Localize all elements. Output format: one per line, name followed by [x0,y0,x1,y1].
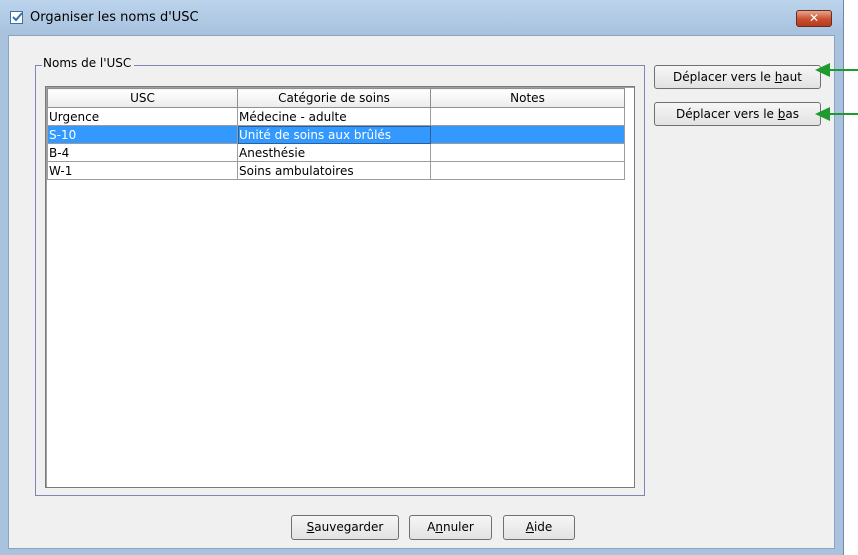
cell-usc[interactable]: Urgence [47,107,238,126]
cell-notes[interactable] [430,143,625,162]
cell-categorie[interactable]: Anesthésie [237,143,431,162]
arrow-left-icon [815,63,858,77]
dialog-content: Noms de l'USC USC Catégorie de soins Not… [8,35,835,549]
cell-categorie[interactable]: Unité de soins aux brûlés [237,125,431,144]
table-row[interactable]: W-1 Soins ambulatoires [47,161,625,180]
cancel-label: Annuler [427,520,474,534]
cell-categorie[interactable]: Médecine - adulte [237,107,431,126]
column-header-categorie[interactable]: Catégorie de soins [237,88,431,108]
cell-usc[interactable]: B-4 [47,143,238,162]
cell-notes[interactable] [430,107,625,126]
cell-usc[interactable]: W-1 [47,161,238,180]
help-label: Aide [525,520,553,534]
close-button[interactable]: ✕ [796,10,832,27]
column-header-usc[interactable]: USC [47,88,238,108]
window-title: Organiser les noms d'USC [30,10,199,25]
dialog-window: Organiser les noms d'USC ✕ Noms de l'USC… [0,0,844,555]
table-row[interactable]: Urgence Médecine - adulte [47,107,625,126]
arrow-left-icon [815,107,858,121]
cell-usc[interactable]: S-10 [47,125,238,144]
cell-categorie[interactable]: Soins ambulatoires [237,161,431,180]
usc-names-group: Noms de l'USC USC Catégorie de soins Not… [35,56,645,496]
checkbox-icon [10,11,23,24]
column-header-notes[interactable]: Notes [430,88,625,108]
group-label: Noms de l'USC [42,56,135,70]
usc-table-frame[interactable]: USC Catégorie de soins Notes Urgence Méd… [45,86,635,488]
close-icon: ✕ [808,11,820,25]
table-row-selected[interactable]: S-10 Unité de soins aux brûlés [47,125,625,144]
table-row[interactable]: B-4 Anesthésie [47,143,625,162]
help-button[interactable]: Aide [503,515,575,540]
move-up-button[interactable]: Déplacer vers le haut [654,65,821,89]
save-label: Sauvegarder [306,520,384,534]
move-up-label: Déplacer vers le haut [673,70,802,84]
cancel-button[interactable]: Annuler [409,515,492,540]
move-down-button[interactable]: Déplacer vers le bas [654,102,821,126]
cell-notes[interactable] [430,125,625,144]
save-button[interactable]: Sauvegarder [291,515,399,540]
move-down-label: Déplacer vers le bas [676,107,799,121]
table-header-row: USC Catégorie de soins Notes [47,88,625,108]
cell-notes[interactable] [430,161,625,180]
usc-table[interactable]: USC Catégorie de soins Notes Urgence Méd… [47,88,625,180]
title-bar[interactable]: Organiser les noms d'USC ✕ [0,0,843,35]
